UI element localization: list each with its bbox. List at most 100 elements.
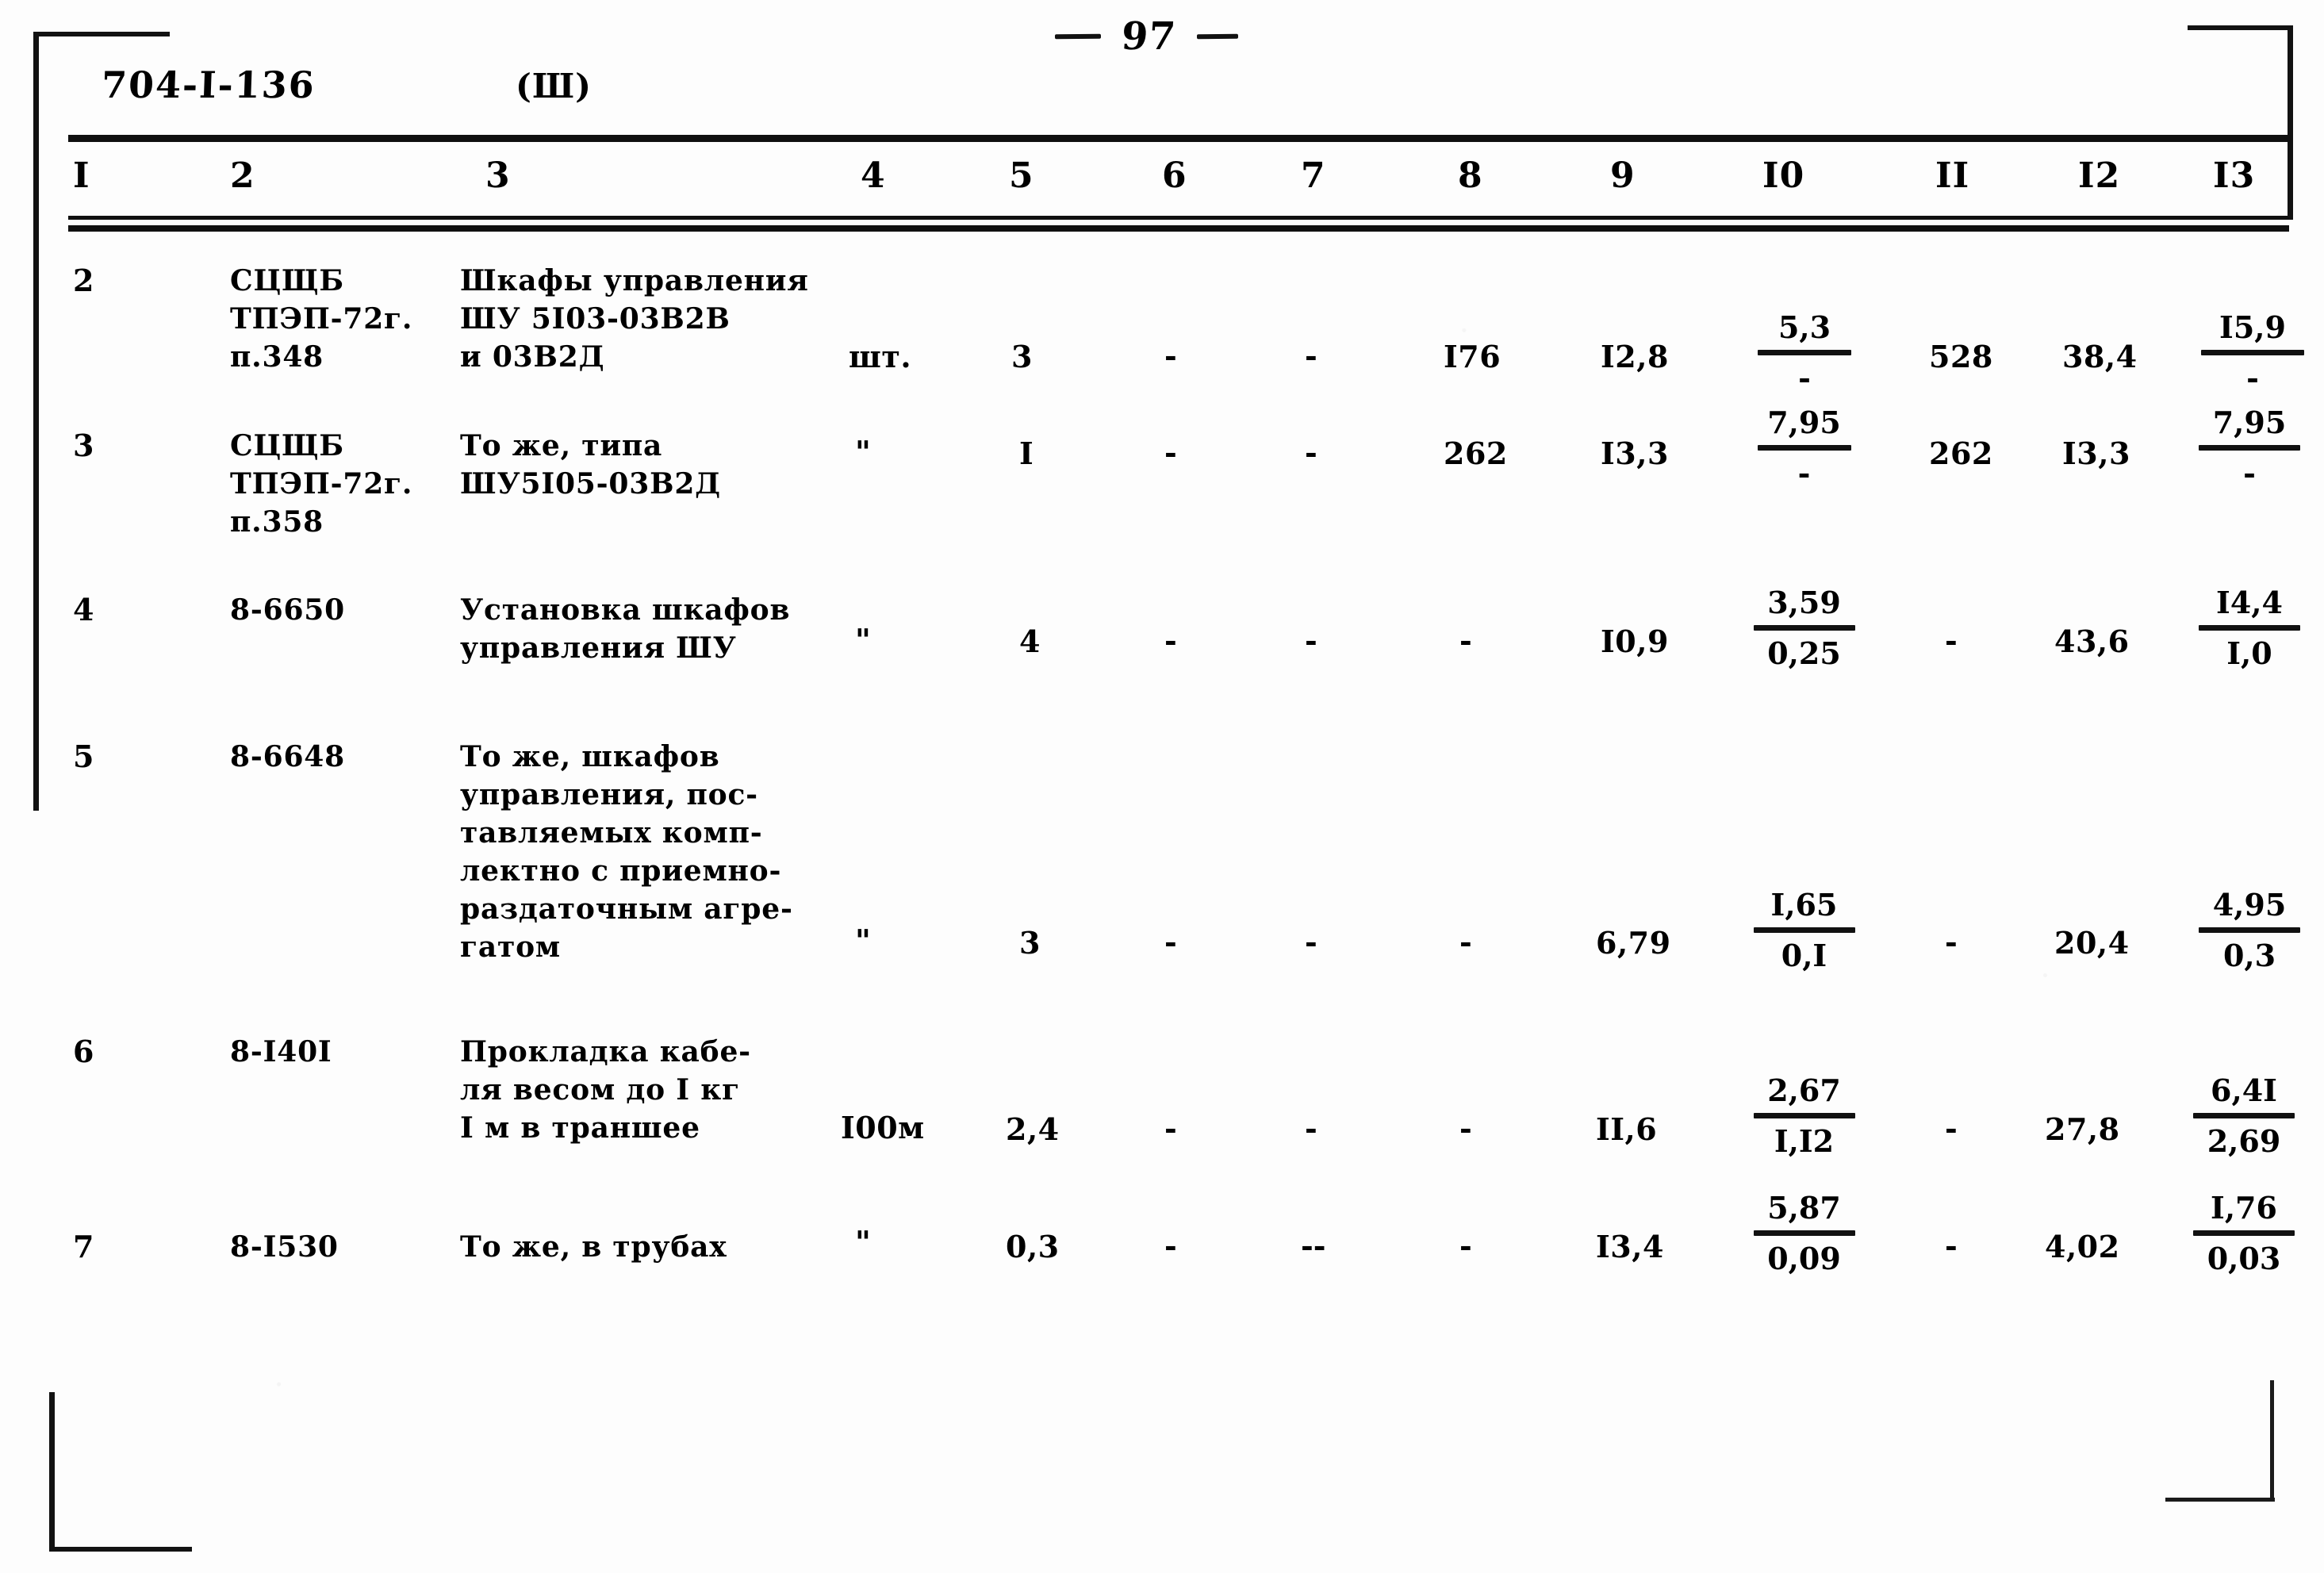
- cell-col10-numerator: I,65: [1770, 887, 1838, 923]
- cell-col11: 262: [1929, 435, 1993, 471]
- cell-col13-denominator: 0,03: [2207, 1241, 2281, 1276]
- cell-col3: Установка шкафов управления ШУ: [460, 593, 791, 665]
- cell-col5: I: [1019, 435, 1034, 471]
- document-variant: (Ш): [516, 67, 593, 106]
- fraction-bar: [2199, 927, 2300, 933]
- cell-col6: -: [1164, 623, 1177, 658]
- fraction-bar: [2199, 625, 2300, 631]
- cell-col10-fraction: 2,67 I,I2: [1739, 1072, 1870, 1160]
- frame-right-lower-stroke: [2270, 1380, 2274, 1499]
- cell-col10-denominator: I,I2: [1774, 1123, 1835, 1159]
- cell-col3: То же, типа ШУ5I05-03В2Д: [460, 429, 721, 501]
- cell-col7: -: [1305, 1111, 1317, 1146]
- cell-col5: 3: [1019, 925, 1041, 961]
- frame-left-stroke: [33, 33, 39, 811]
- frame-top-right-stroke: [2188, 25, 2292, 30]
- cell-col8: -: [1459, 924, 1472, 960]
- fraction-bar: [2201, 350, 2304, 355]
- cell-col13-fraction: 6,4I 2,69: [2177, 1072, 2311, 1160]
- cell-col4: ": [855, 622, 872, 658]
- cell-col8: -: [1459, 1111, 1472, 1146]
- scan-grain-overlay: [0, 0, 2324, 1573]
- column-header-11: II: [1935, 155, 1970, 196]
- cell-col7: -: [1305, 435, 1317, 470]
- cell-col3: Шкафы управления ШУ 5I03-03В2В и 03В2Д: [460, 264, 809, 374]
- cell-col1: 2: [73, 263, 94, 298]
- cell-col1: 4: [73, 592, 94, 627]
- cell-col13-fraction: 7,95 -: [2183, 405, 2316, 492]
- cell-col10-fraction: 7,95 -: [1739, 405, 1870, 492]
- cell-col6: -: [1164, 1111, 1177, 1146]
- cell-col13-numerator: 6,4I: [2211, 1072, 2277, 1108]
- scanned-page: 97 704-I-136 (Ш) I 2 3 4 5 6 7 8 9 I0 II…: [0, 0, 2324, 1573]
- column-header-9: 9: [1610, 155, 1636, 196]
- cell-col13-fraction: 4,95 0,3: [2183, 887, 2316, 974]
- column-header-10: I0: [1762, 155, 1805, 196]
- cell-col6: -: [1164, 924, 1177, 960]
- fraction-bar: [2193, 1230, 2295, 1236]
- column-header-8: 8: [1458, 155, 1483, 196]
- frame-left-lower-stroke: [49, 1392, 55, 1551]
- cell-col10-denominator: -: [1797, 455, 1811, 491]
- cell-col13-fraction: I4,4 I,0: [2183, 585, 2316, 672]
- fraction-bar: [1753, 1113, 1855, 1118]
- cell-col13-denominator: -: [2243, 455, 2256, 491]
- page-number-header: 97: [1054, 14, 1238, 59]
- cell-col10-numerator: 3,59: [1767, 585, 1841, 620]
- cell-col4: I00м: [841, 1110, 925, 1145]
- column-header-7: 7: [1301, 155, 1326, 196]
- cell-col4: шт.: [849, 339, 912, 374]
- cell-col8: 262: [1444, 435, 1508, 471]
- cell-col9: I2,8: [1601, 339, 1669, 374]
- header-rule-mid: [68, 216, 2289, 220]
- cell-col2: 8-I40I: [230, 1035, 332, 1068]
- frame-bottom-left-stroke: [49, 1547, 192, 1552]
- cell-col7: -: [1305, 924, 1317, 960]
- cell-col1: 5: [73, 739, 94, 774]
- cell-col2: 8-6648: [230, 740, 345, 773]
- cell-col13-fraction: I5,9 -: [2189, 309, 2316, 397]
- page-number-left-dash-icon: [1054, 33, 1102, 40]
- cell-col9: I0,9: [1601, 623, 1669, 659]
- cell-col10-numerator: 5,87: [1767, 1190, 1841, 1226]
- page-number: 97: [1120, 14, 1178, 59]
- cell-col6: -: [1164, 1228, 1177, 1264]
- cell-col13-numerator: 4,95: [2212, 887, 2287, 923]
- cell-col1: 3: [73, 428, 94, 463]
- cell-col7: -: [1305, 338, 1317, 374]
- frame-top-left-stroke: [33, 32, 170, 36]
- cell-col11: 528: [1929, 339, 1993, 374]
- cell-col10-denominator: -: [1798, 360, 1811, 396]
- cell-col13-numerator: 7,95: [2212, 405, 2287, 440]
- cell-col4: ": [855, 434, 872, 470]
- cell-col2: 8-I530: [230, 1230, 339, 1264]
- cell-col6: -: [1164, 338, 1177, 374]
- cell-col11: -: [1945, 924, 1958, 960]
- cell-col13-denominator: 0,3: [2222, 938, 2276, 973]
- cell-col9: II,6: [1596, 1111, 1658, 1147]
- column-header-2: 2: [230, 155, 255, 196]
- fraction-bar: [1753, 927, 1855, 933]
- cell-col12: 38,4: [2062, 339, 2138, 374]
- column-header-3: 3: [485, 155, 511, 196]
- fraction-bar: [1757, 445, 1851, 451]
- cell-col5: 2,4: [1006, 1111, 1060, 1147]
- fraction-bar: [2199, 445, 2300, 451]
- cell-col13-numerator: I5,9: [2219, 309, 2286, 345]
- cell-col2: 8-6650: [230, 593, 345, 627]
- cell-col9: I3,4: [1596, 1229, 1664, 1264]
- cell-col13-denominator: -: [2246, 360, 2259, 396]
- fraction-bar: [1758, 350, 1851, 355]
- cell-col12: I3,3: [2062, 435, 2130, 471]
- cell-col2: СЦЩБ ТПЭП-72г. п.358: [230, 429, 413, 539]
- cell-col10-numerator: 5,3: [1778, 309, 1831, 345]
- fraction-bar: [2193, 1113, 2295, 1118]
- cell-col10-fraction: I,65 0,I: [1739, 887, 1870, 974]
- cell-col10-denominator: 0,25: [1767, 635, 1841, 671]
- cell-col13-numerator: I4,4: [2216, 585, 2283, 620]
- cell-col7: --: [1301, 1228, 1326, 1264]
- cell-col13-denominator: I,0: [2226, 635, 2272, 671]
- cell-col13-denominator: 2,69: [2207, 1123, 2281, 1159]
- cell-col13-fraction: I,76 0,03: [2177, 1190, 2311, 1277]
- cell-col5: 4: [1019, 623, 1041, 659]
